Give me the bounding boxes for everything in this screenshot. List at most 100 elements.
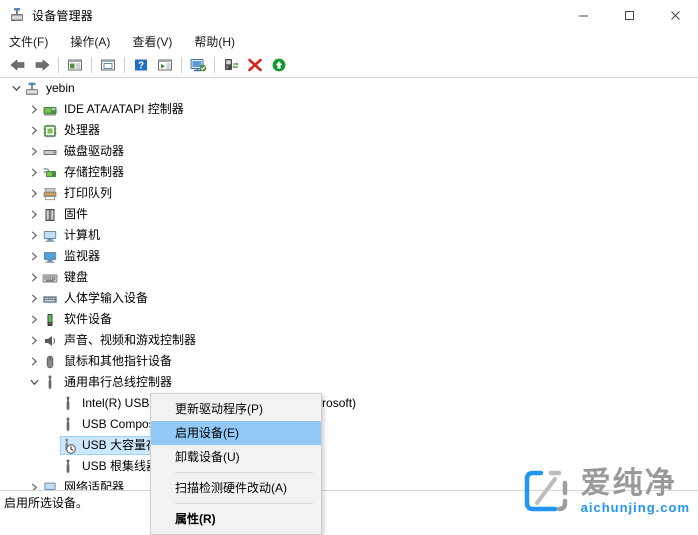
svg-text:?: ? — [138, 60, 144, 71]
maximize-button[interactable] — [606, 0, 652, 30]
chevron-down-icon[interactable] — [8, 78, 24, 99]
context-menu-separator — [175, 472, 313, 473]
usb-controller-icon — [42, 375, 58, 391]
ctx-scan-hardware-changes[interactable]: 扫描检测硬件改动(A) — [151, 476, 321, 500]
status-text: 启用所选设备。 — [4, 496, 89, 510]
usb-device-icon — [60, 417, 76, 433]
mouse-icon — [42, 354, 58, 370]
chevron-right-icon[interactable] — [26, 225, 42, 246]
tree-item-label: 固件 — [64, 207, 89, 221]
aichunjing-logo-icon — [521, 465, 573, 517]
help-icon[interactable]: ? — [129, 54, 153, 76]
menu-help[interactable]: 帮助(H) — [194, 31, 243, 52]
toolbar-separator — [91, 56, 92, 73]
tree-item-12[interactable]: 鼠标和其他指针设备 — [0, 351, 698, 372]
ctx-uninstall-device[interactable]: 卸载设备(U) — [151, 445, 321, 469]
sound-video-game-icon — [42, 333, 58, 349]
view-icon[interactable] — [153, 54, 177, 76]
device-tree[interactable]: yebin IDE ATA/ATAPI 控制器 处理器磁盘驱动器存储控制器打印队列… — [0, 78, 698, 490]
chevron-right-icon[interactable] — [26, 183, 42, 204]
toolbar-separator — [124, 56, 125, 73]
tree-item-0[interactable]: IDE ATA/ATAPI 控制器 — [0, 99, 698, 120]
window-title: 设备管理器 — [32, 8, 94, 23]
chevron-down-icon[interactable] — [26, 372, 42, 393]
computer-icon — [24, 81, 40, 97]
enable-device-icon[interactable] — [267, 54, 291, 76]
context-menu[interactable]: 更新驱动程序(P) 启用设备(E) 卸载设备(U) 扫描检测硬件改动(A) 属性(R) — [150, 393, 322, 535]
network-adapter-icon — [42, 480, 58, 490]
tree-item-7[interactable]: 监视器 — [0, 246, 698, 267]
back-icon[interactable] — [6, 54, 30, 76]
tree-item-3[interactable]: 存储控制器 — [0, 162, 698, 183]
tree-item-14[interactable]: Intel(R) USB 3.0 可扩展主机控制器 - 1.0 (Microso… — [0, 393, 698, 414]
tree-item-2[interactable]: 磁盘驱动器 — [0, 141, 698, 162]
uninstall-device-icon[interactable] — [243, 54, 267, 76]
tree-item-13[interactable]: 通用串行总线控制器 — [0, 372, 698, 393]
tree-rows: IDE ATA/ATAPI 控制器 处理器磁盘驱动器存储控制器打印队列固件计算机监… — [0, 99, 698, 490]
software-device-icon — [42, 312, 58, 328]
properties-icon[interactable] — [96, 54, 120, 76]
chevron-right-icon[interactable] — [26, 330, 42, 351]
forward-icon[interactable] — [30, 54, 54, 76]
scan-hardware-changes-icon[interactable] — [186, 54, 210, 76]
tree-item-label: 监视器 — [64, 249, 101, 263]
usb-device-icon — [60, 396, 76, 412]
chevron-right-icon[interactable] — [26, 351, 42, 372]
chevron-right-icon[interactable] — [26, 162, 42, 183]
ctx-properties[interactable]: 属性(R) — [151, 507, 321, 531]
tree-item-8[interactable]: 键盘 — [0, 267, 698, 288]
tree-item-16[interactable]: USB 大容量存储设备 — [0, 435, 698, 456]
usb-disabled-device-icon — [60, 438, 76, 454]
keyboard-icon — [42, 270, 58, 286]
update-driver-icon[interactable] — [219, 54, 243, 76]
tree-item-15[interactable]: USB Composite Device — [0, 414, 698, 435]
tree-item-label: 打印队列 — [64, 186, 113, 200]
tree-item-label: 通用串行总线控制器 — [64, 375, 173, 389]
tree-item-9[interactable]: 人体学输入设备 — [0, 288, 698, 309]
chevron-right-icon[interactable] — [26, 477, 42, 490]
tree-item-label: 声音、视频和游戏控制器 — [64, 333, 197, 347]
tree-item-label: 处理器 — [64, 123, 101, 137]
chevron-right-icon[interactable] — [26, 246, 42, 267]
chevron-right-icon[interactable] — [26, 309, 42, 330]
chevron-right-icon[interactable] — [26, 204, 42, 225]
menu-action[interactable]: 操作(A) — [70, 31, 118, 52]
tree-item-label: IDE ATA/ATAPI 控制器 — [64, 102, 184, 116]
toolbar-separator — [58, 56, 59, 73]
tree-item-label: 存储控制器 — [64, 165, 125, 179]
minimize-button[interactable] — [560, 0, 606, 30]
tree-item-6[interactable]: 计算机 — [0, 225, 698, 246]
show-hide-console-tree-icon[interactable] — [63, 54, 87, 76]
tree-item-label: 人体学输入设备 — [64, 291, 149, 305]
firmware-icon — [42, 207, 58, 223]
window-controls — [560, 0, 698, 30]
ctx-enable-device[interactable]: 启用设备(E) — [151, 421, 321, 445]
tree-item-11[interactable]: 声音、视频和游戏控制器 — [0, 330, 698, 351]
tree-item-1[interactable]: 处理器 — [0, 120, 698, 141]
tree-item-label: 磁盘驱动器 — [64, 144, 125, 158]
close-button[interactable] — [652, 0, 698, 30]
ide-controller-icon — [42, 102, 58, 118]
chevron-right-icon[interactable] — [26, 267, 42, 288]
toolbar: ? — [0, 52, 698, 78]
tree-item-label: 鼠标和其他指针设备 — [64, 354, 173, 368]
chevron-right-icon[interactable] — [26, 141, 42, 162]
usb-device-icon — [60, 459, 76, 475]
computer-node-icon — [42, 228, 58, 244]
menu-file[interactable]: 文件(F) — [9, 31, 56, 52]
tree-item-5[interactable]: 固件 — [0, 204, 698, 225]
tree-item-10[interactable]: 软件设备 — [0, 309, 698, 330]
toolbar-separator — [181, 56, 182, 73]
title-bar: 设备管理器 — [0, 0, 698, 30]
monitor-icon — [42, 249, 58, 265]
ctx-update-driver[interactable]: 更新驱动程序(P) — [151, 397, 321, 421]
hid-icon — [42, 291, 58, 307]
menu-bar: 文件(F) 操作(A) 查看(V) 帮助(H) — [0, 30, 698, 52]
tree-item-4[interactable]: 打印队列 — [0, 183, 698, 204]
chevron-right-icon[interactable] — [26, 120, 42, 141]
watermark-cn-text: 爱纯净 — [580, 465, 677, 501]
chevron-right-icon[interactable] — [26, 99, 42, 120]
menu-view[interactable]: 查看(V) — [132, 31, 180, 52]
chevron-right-icon[interactable] — [26, 288, 42, 309]
tree-root-row[interactable]: yebin — [0, 78, 698, 99]
